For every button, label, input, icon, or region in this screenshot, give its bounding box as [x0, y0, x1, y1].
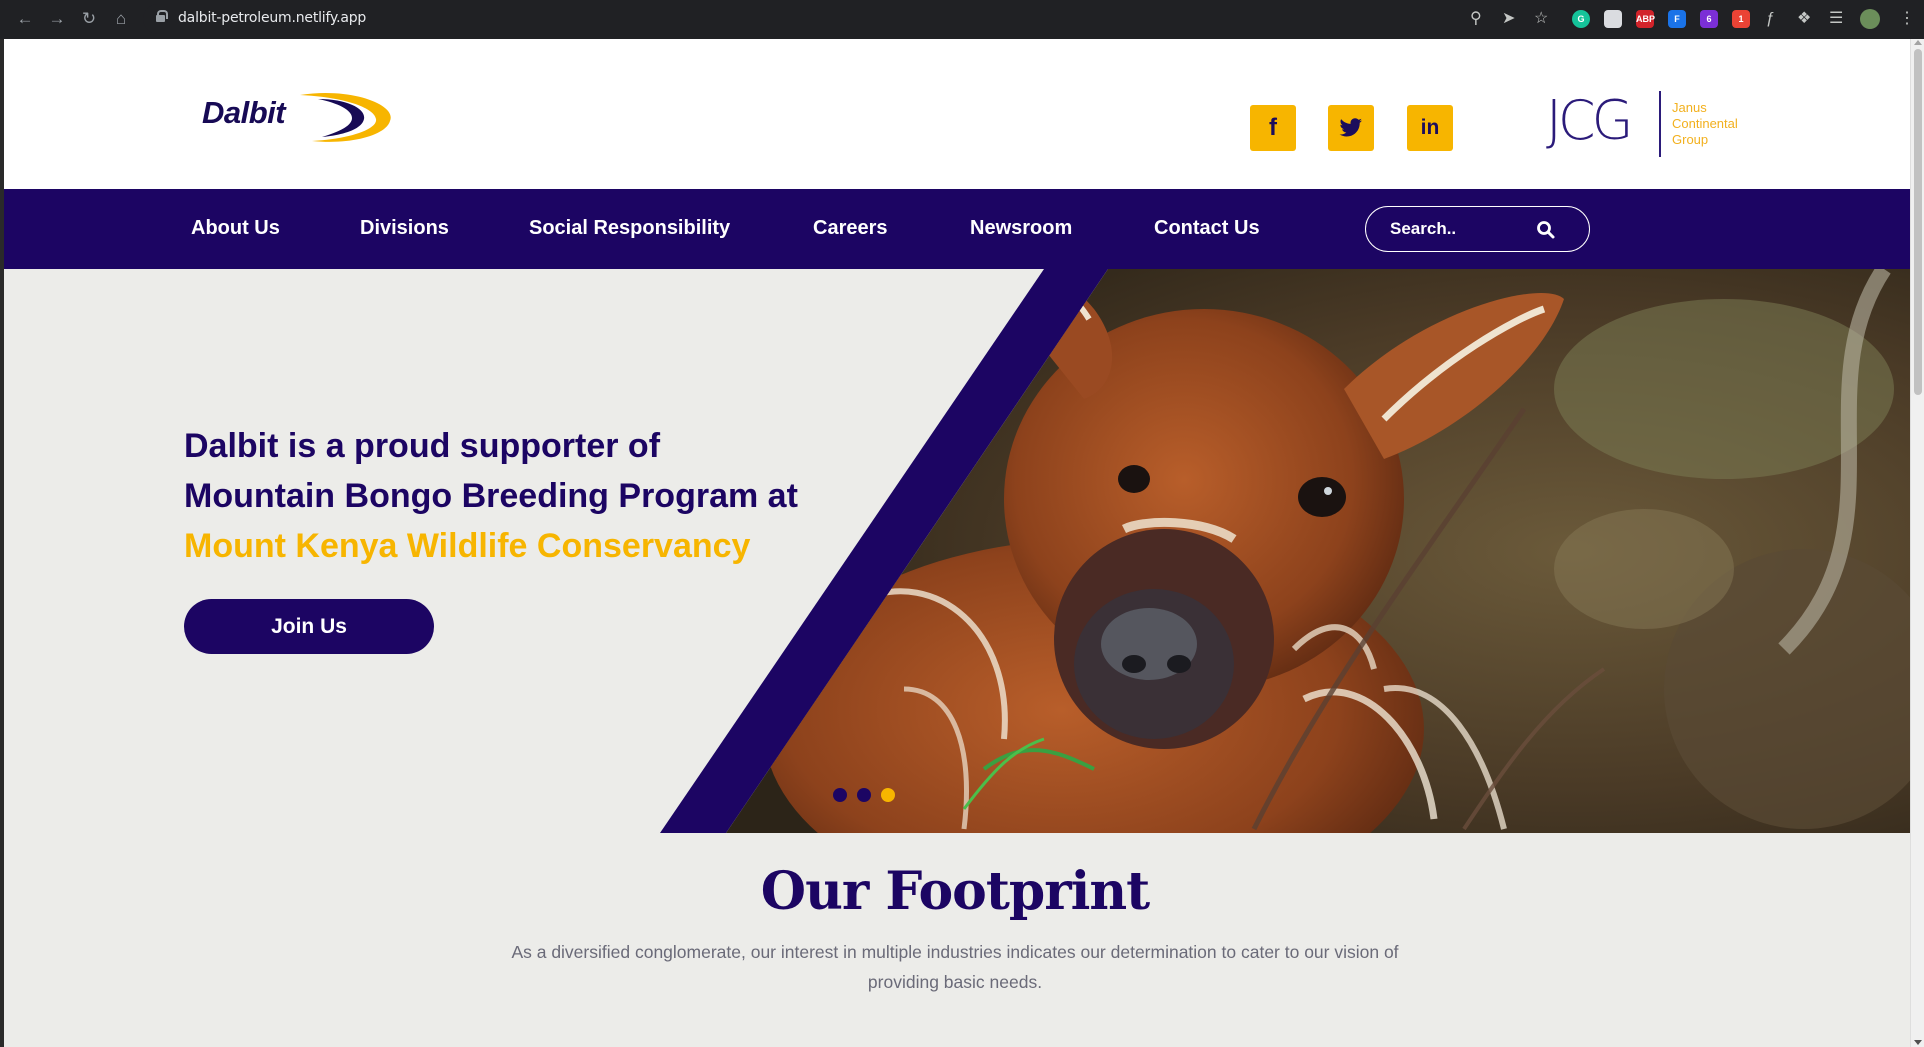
lock-icon[interactable] — [156, 10, 168, 22]
nav-contact-us[interactable]: Contact Us — [1154, 217, 1260, 240]
extension-doc-icon[interactable] — [1604, 10, 1622, 28]
jcg-line-1: Janus — [1672, 100, 1707, 115]
search-box[interactable] — [1365, 206, 1590, 252]
facebook-button[interactable]: f — [1250, 105, 1296, 151]
jcg-tagline: Janus Continental Group — [1672, 100, 1738, 148]
hero-line-1: Dalbit is a proud supporter of — [184, 427, 661, 465]
function-icon[interactable]: ƒ — [1766, 9, 1775, 29]
footprint-description: As a diversified conglomerate, our inter… — [511, 942, 1399, 992]
search-input[interactable] — [1390, 218, 1530, 240]
jcg-line-2: Continental — [1672, 116, 1738, 131]
browser-toolbar: ← → ↻ ⌂ dalbit-petroleum.netlify.app ⚲ ➤… — [0, 0, 1924, 39]
nav-about-us[interactable]: About Us — [191, 217, 280, 240]
jcg-letters: JCG — [1546, 89, 1634, 152]
vertical-scrollbar[interactable] — [1910, 39, 1924, 1047]
home-icon[interactable]: ⌂ — [110, 8, 132, 30]
scroll-down-icon[interactable] — [1914, 1040, 1922, 1045]
reload-icon[interactable]: ↻ — [78, 8, 100, 30]
back-icon[interactable]: ← — [14, 8, 36, 30]
hero-line-2: Mountain Bongo Breeding Program at — [184, 477, 798, 515]
slider-dot-2[interactable] — [857, 788, 871, 802]
profile-avatar[interactable] — [1860, 9, 1880, 29]
scrollbar-thumb[interactable] — [1914, 49, 1922, 395]
twitter-button[interactable] — [1328, 105, 1374, 151]
linkedin-button[interactable]: in — [1407, 105, 1453, 151]
menu-kebab-icon[interactable]: ⋮ — [1899, 9, 1915, 29]
jcg-line-3: Group — [1672, 132, 1709, 147]
dalbit-logo[interactable]: Dalbit — [202, 83, 402, 155]
search-icon[interactable] — [1536, 220, 1556, 240]
url-text[interactable]: dalbit-petroleum.netlify.app — [178, 10, 366, 26]
hero-heading: Dalbit is a proud supporter of Mountain … — [184, 421, 884, 571]
twitter-icon — [1339, 118, 1362, 137]
linkedin-icon: in — [1420, 116, 1440, 139]
extensions-puzzle-icon[interactable]: ❖ — [1797, 9, 1811, 29]
window-edge — [0, 39, 4, 1047]
nav-careers[interactable]: Careers — [813, 217, 888, 240]
site-header: Dalbit f in JCG Janus Continental Group — [4, 39, 1910, 189]
adblock-icon[interactable]: ABP — [1636, 10, 1655, 28]
nav-divisions[interactable]: Divisions — [360, 217, 449, 240]
scroll-up-icon[interactable] — [1914, 40, 1922, 45]
logo-wordmark: Dalbit — [202, 95, 286, 130]
slider-dot-1[interactable] — [833, 788, 847, 802]
nav-newsroom[interactable]: Newsroom — [970, 217, 1072, 240]
slider-dot-3-active[interactable] — [881, 788, 895, 802]
hero-line-3: Mount Kenya Wildlife Conservancy — [184, 527, 751, 565]
bookmark-star-icon[interactable]: ☆ — [1534, 9, 1548, 29]
forward-icon[interactable]: → — [46, 8, 68, 30]
extension-purple-icon[interactable]: 6 — [1700, 10, 1718, 28]
logo-swoosh-icon — [300, 93, 391, 142]
join-us-button[interactable]: Join Us — [184, 599, 434, 654]
page-viewport: Dalbit f in JCG Janus Continental Group — [0, 39, 1924, 1047]
grammarly-icon[interactable]: G — [1572, 10, 1590, 28]
footprint-title: Our Footprint — [760, 861, 1150, 922]
hero-slider: Dalbit is a proud supporter of Mountain … — [4, 269, 1910, 833]
extension-red-icon[interactable]: 1 — [1732, 10, 1750, 28]
zoom-icon[interactable]: ⚲ — [1470, 9, 1482, 29]
main-nav: About Us Divisions Social Responsibility… — [4, 189, 1910, 269]
nav-social-responsibility[interactable]: Social Responsibility — [529, 217, 730, 240]
reading-list-icon[interactable]: ☰ — [1829, 9, 1843, 29]
jcg-divider — [1659, 91, 1661, 157]
jcg-logo[interactable]: JCG Janus Continental Group — [1546, 89, 1756, 159]
facebook-icon: f — [1269, 114, 1277, 141]
send-icon[interactable]: ➤ — [1502, 9, 1515, 29]
extension-f-icon[interactable]: F — [1668, 10, 1686, 28]
